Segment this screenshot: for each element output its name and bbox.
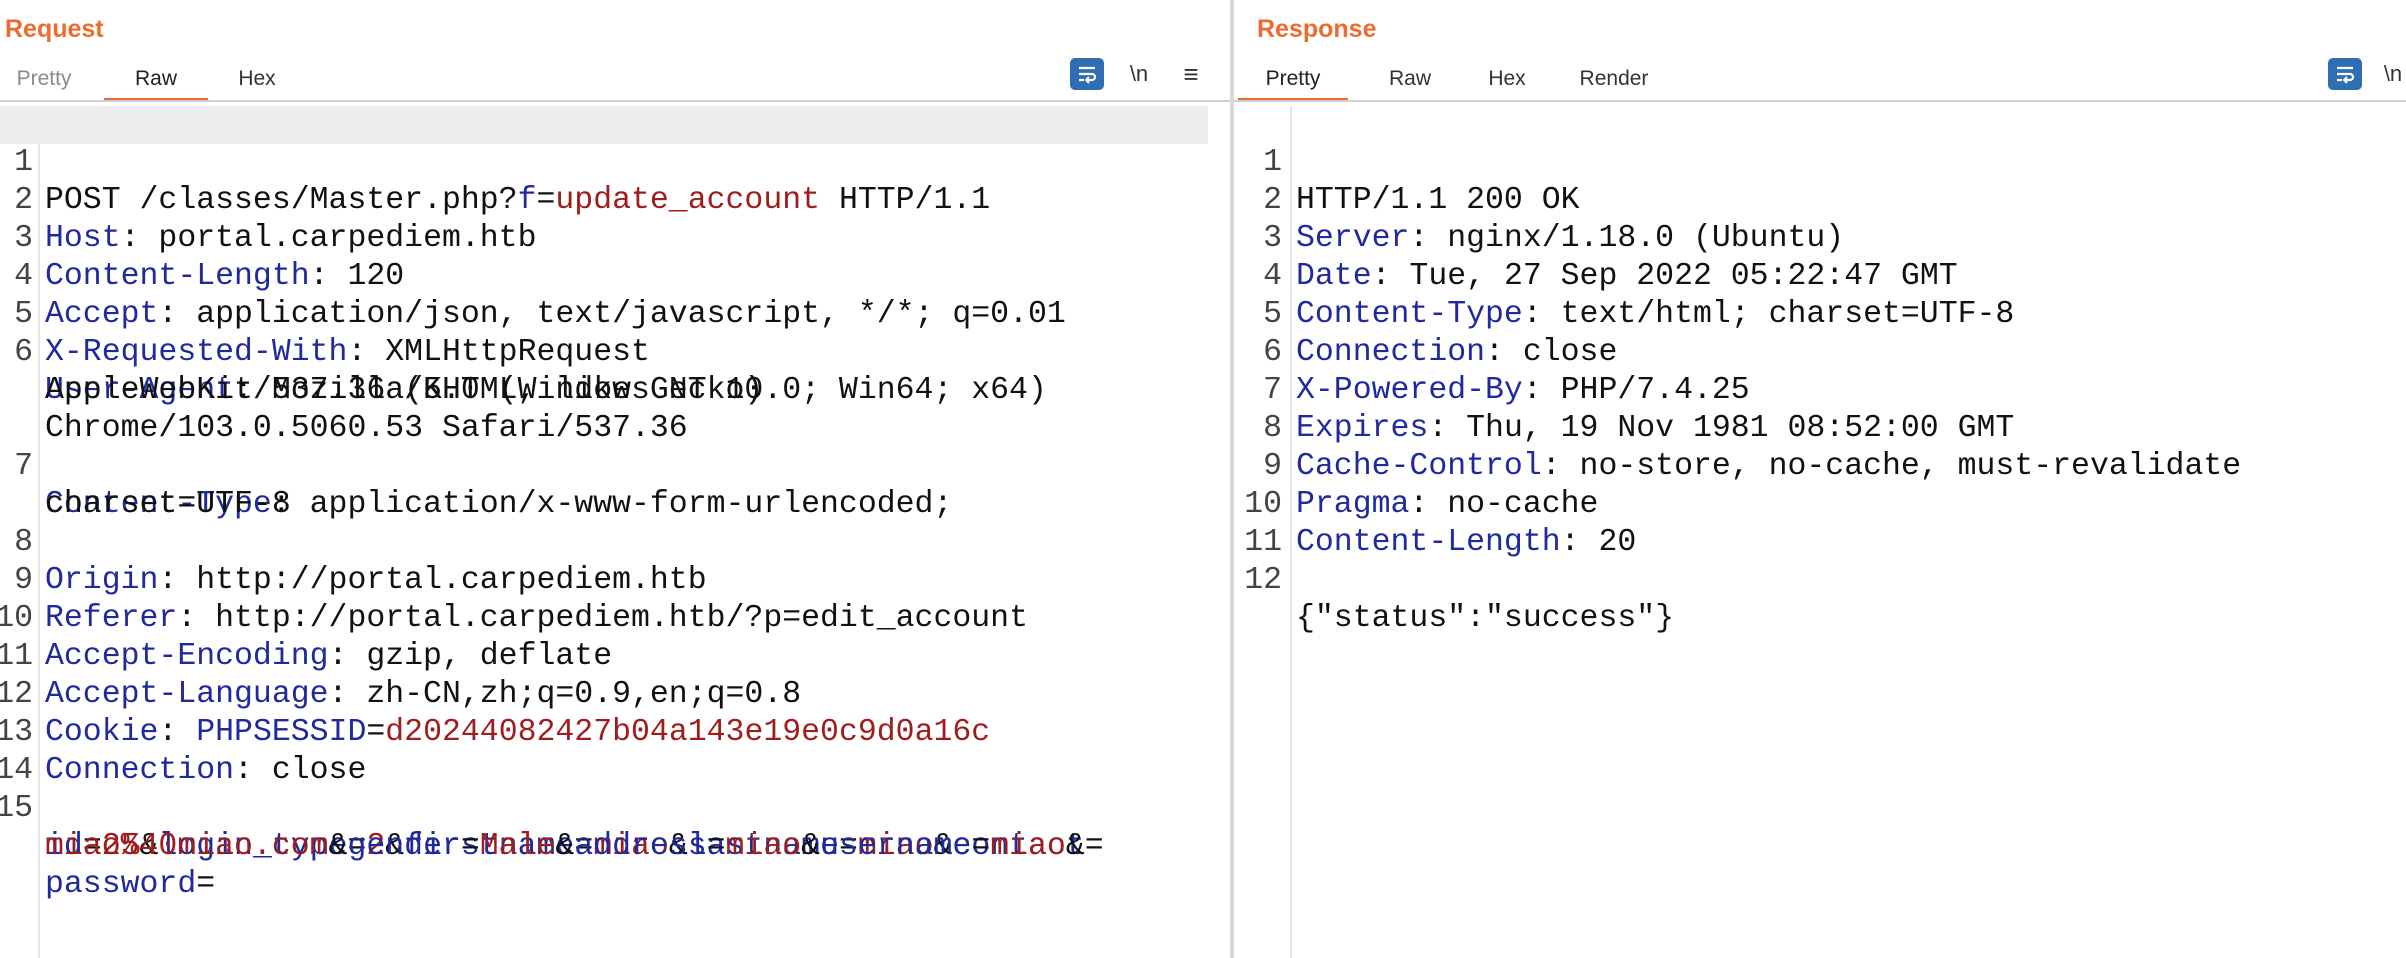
code-line: 15 id=25&login_type=2&firstname=miao&las… xyxy=(0,791,1104,864)
code-line: 12 {"status":"success"} xyxy=(1244,563,1675,636)
request-pane: Request Pretty Raw Hex \n ≡ 1 POST /clas… xyxy=(0,0,1230,958)
code-line: 10 Accept-Encoding: gzip, deflate xyxy=(0,601,613,674)
tab-underline xyxy=(1234,100,2406,102)
code-line: 7 Content-Type: application/x-www-form-u… xyxy=(14,449,953,522)
menu-icon[interactable]: ≡ xyxy=(1176,58,1206,90)
code-line: 1 HTTP/1.1 200 OK xyxy=(1263,145,1580,218)
response-title: Response xyxy=(1257,15,1377,43)
code-line: 6 X-Powered-By: PHP/7.4.25 xyxy=(1263,335,1750,408)
code-line: 4 Content-Type: text/html; charset=UTF-8 xyxy=(1263,259,2015,332)
code-line: 5 X-Requested-With: XMLHttpRequest xyxy=(14,297,650,370)
code-line: 2 Host: portal.carpediem.htb xyxy=(14,183,537,256)
tab-pretty[interactable]: Pretty xyxy=(0,62,88,98)
tab-hex[interactable]: Hex xyxy=(1472,62,1542,98)
tab-hex[interactable]: Hex xyxy=(220,62,294,98)
code-line: 2 Server: nginx/1.18.0 (Ubuntu) xyxy=(1263,183,1845,256)
code-line: 8 Cache-Control: no-store, no-cache, mus… xyxy=(1263,411,2242,484)
response-pane: Response Pretty Raw Hex Render \n 1 HTTP… xyxy=(1234,0,2406,958)
code-line: 8 Origin: http://portal.carpediem.htb xyxy=(14,525,707,598)
code-line: 10 Content-Length: 20 xyxy=(1244,487,1637,560)
code-line: 3 Content-Length: 120 xyxy=(14,221,405,294)
code-line-wrap: miao%40miao.com&gender=Male&address=miao… xyxy=(45,829,1085,864)
request-editor[interactable]: 1 POST /classes/Master.php?f=update_acco… xyxy=(0,106,1230,958)
code-line-wrap: Chrome/103.0.5060.53 Safari/537.36 xyxy=(45,411,688,446)
code-line: 11 xyxy=(1244,525,1282,560)
code-line: 3 Date: Tue, 27 Sep 2022 05:22:47 GMT xyxy=(1263,221,1958,294)
response-editor[interactable]: 1 HTTP/1.1 200 OK 2 Server: nginx/1.18.0… xyxy=(1234,106,2406,958)
code-line: 9 Referer: http://portal.carpediem.htb/?… xyxy=(14,563,1028,636)
newline-toggle[interactable]: \n xyxy=(1124,58,1154,90)
newline-toggle[interactable]: \n xyxy=(2380,58,2406,90)
code-line-wrap: AppleWebKit/537.36 (KHTML, like Gecko) xyxy=(45,373,764,408)
code-line: 13 Connection: close xyxy=(0,715,367,788)
code-line-wrap: charset=UTF-8 xyxy=(45,487,291,522)
code-line: 7 Expires: Thu, 19 Nov 1981 08:52:00 GMT xyxy=(1263,373,2015,446)
code-line: 14 xyxy=(0,753,33,788)
tab-raw[interactable]: Raw xyxy=(1370,62,1450,98)
code-line: 4 Accept: application/json, text/javascr… xyxy=(14,259,1066,332)
code-line: 11 Accept-Language: zh-CN,zh;q=0.9,en;q=… xyxy=(0,639,802,712)
code-line: 12 Cookie: PHPSESSID=d20244082427b04a143… xyxy=(0,677,991,750)
tab-raw[interactable]: Raw xyxy=(104,62,208,102)
code-line: 9 Pragma: no-cache xyxy=(1263,449,1599,522)
tab-underline xyxy=(0,100,1230,102)
tab-render[interactable]: Render xyxy=(1564,62,1664,98)
code-line-wrap: password= xyxy=(45,867,216,902)
word-wrap-icon[interactable] xyxy=(2328,58,2362,90)
code-line: 1 POST /classes/Master.php?f=update_acco… xyxy=(0,106,1208,218)
code-line: 6 User-Agent: Mozilla/5.0 (Windows NT 10… xyxy=(14,335,1047,408)
tab-pretty[interactable]: Pretty xyxy=(1238,62,1348,102)
request-title: Request xyxy=(5,15,104,43)
code-line: 5 Connection: close xyxy=(1263,297,1618,370)
word-wrap-icon[interactable] xyxy=(1070,58,1104,90)
